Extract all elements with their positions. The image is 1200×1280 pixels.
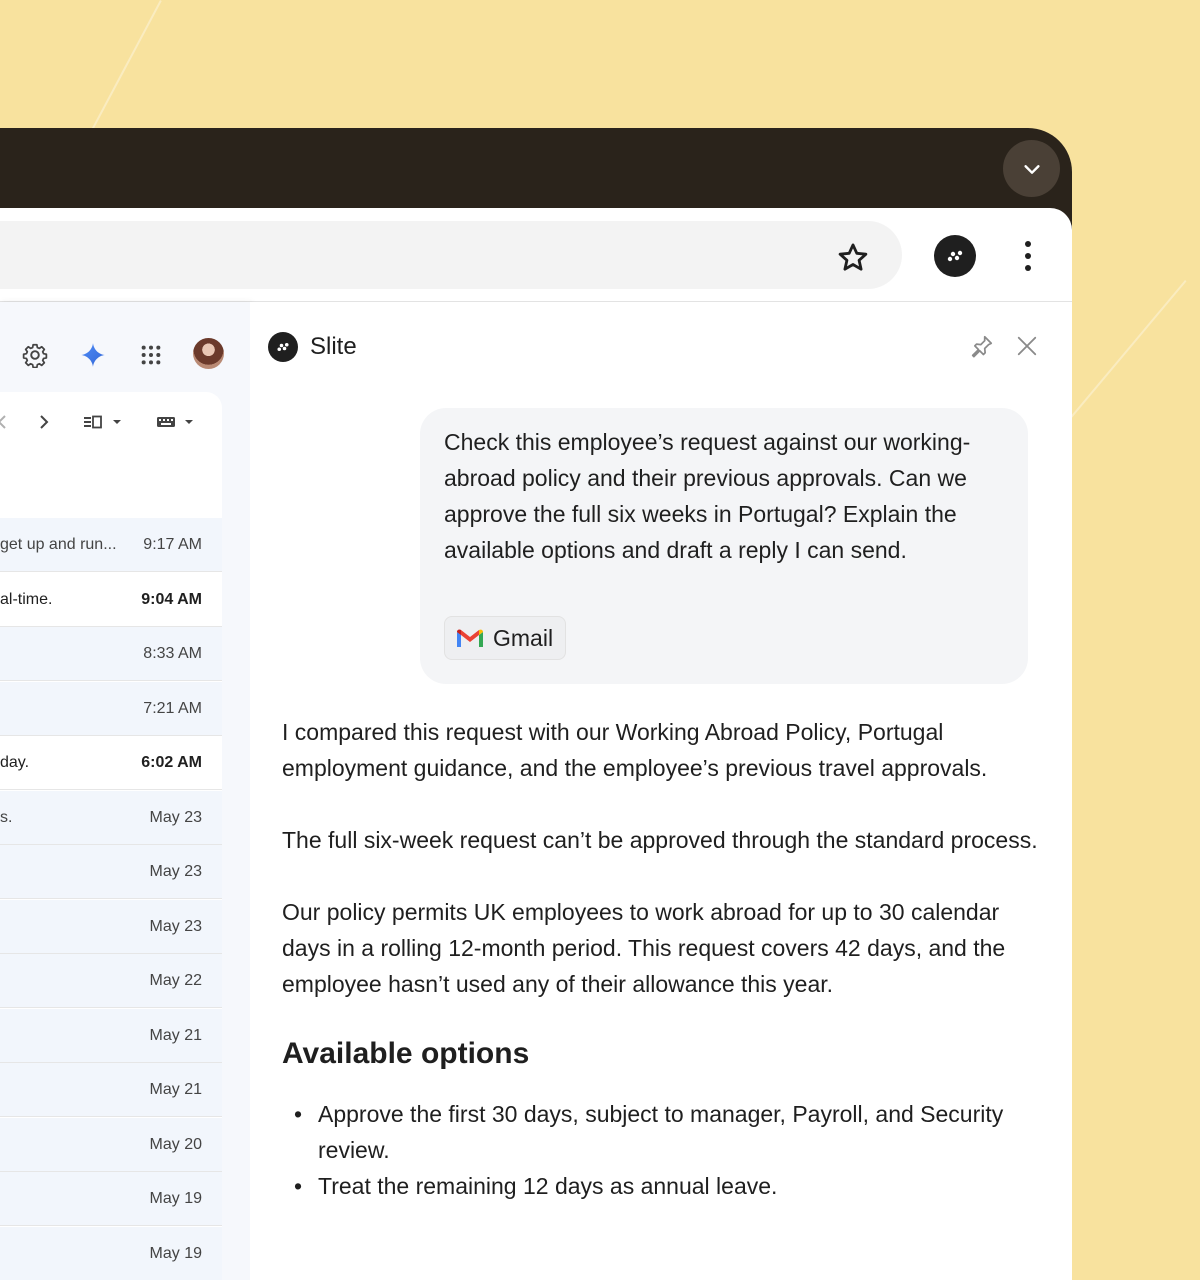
email-row[interactable]: May 23 [0, 845, 222, 899]
email-row[interactable]: 8:33 AM [0, 627, 222, 681]
assistant-response: I compared this request with our Working… [282, 714, 1042, 1204]
email-row[interactable]: May 23 [0, 900, 222, 954]
email-row[interactable]: May 19 [0, 1227, 222, 1280]
response-paragraph: I compared this request with our Working… [282, 719, 988, 781]
chevron-right-icon [40, 415, 49, 429]
slite-side-panel: Slite Check this employee’s request agai… [250, 302, 1072, 1280]
page-content: get up and run... 9:17 AM al-time. 9:04 AM… [0, 302, 1072, 1280]
email-time: May 19 [149, 1190, 202, 1207]
email-time: May 21 [149, 1027, 202, 1044]
pin-icon [971, 335, 993, 358]
email-row[interactable]: 7:21 AM [0, 682, 222, 736]
option-item: Treat the remaining 12 days as annual le… [282, 1168, 1042, 1204]
bookmark-button[interactable] [834, 239, 872, 277]
email-time: May 19 [149, 1245, 202, 1262]
close-button[interactable] [1013, 332, 1041, 360]
newer-button[interactable] [0, 412, 10, 432]
user-message-bubble: Check this employee’s request against ou… [420, 408, 1028, 684]
apps-button[interactable] [136, 340, 166, 370]
email-time: 8:33 AM [143, 645, 202, 662]
email-snippet: al-time. [0, 591, 53, 608]
tab-strip [0, 128, 1072, 208]
input-tools-toggle[interactable] [152, 410, 198, 434]
browser-toolbar [0, 208, 1072, 302]
email-row[interactable]: day. 6:02 AM [0, 736, 222, 790]
close-icon [1017, 336, 1037, 356]
email-row[interactable]: al-time. 9:04 AM [0, 573, 222, 627]
email-list-toolbar [0, 392, 222, 452]
email-row[interactable]: May 20 [0, 1118, 222, 1172]
chevron-left-icon [0, 415, 6, 429]
email-row[interactable]: s. May 23 [0, 791, 222, 845]
settings-button[interactable] [20, 340, 50, 370]
email-snippet: day. [0, 754, 30, 771]
star-icon [838, 243, 868, 271]
avatar[interactable] [193, 338, 224, 369]
email-time: May 21 [149, 1081, 202, 1098]
email-list: get up and run... 9:17 AM al-time. 9:04 AM… [0, 392, 222, 1280]
email-time: 9:04 AM [141, 591, 202, 608]
email-snippet: s. [0, 809, 13, 826]
keyboard-icon [157, 417, 193, 427]
slite-logo-icon [947, 250, 963, 262]
email-row[interactable]: May 19 [0, 1172, 222, 1226]
email-time: 9:17 AM [143, 536, 202, 553]
gemini-sparkle-icon [81, 343, 105, 367]
email-time: 6:02 AM [141, 754, 202, 771]
email-time: May 23 [149, 863, 202, 880]
email-row[interactable]: May 21 [0, 1063, 222, 1117]
response-paragraph: The full six-week request can’t be appro… [282, 827, 1038, 853]
gmail-header [0, 302, 250, 392]
apps-grid-icon [141, 345, 161, 365]
option-item: Approve the first 30 days, subject to ma… [282, 1096, 1042, 1168]
email-row[interactable]: May 22 [0, 954, 222, 1008]
email-row[interactable]: May 21 [0, 1009, 222, 1063]
slite-logo-icon [277, 342, 289, 352]
tab-search-button[interactable] [1003, 140, 1060, 197]
response-paragraph: Our policy permits UK employees to work … [282, 899, 1006, 997]
email-time: May 23 [149, 918, 202, 935]
browser-window: get up and run... 9:17 AM al-time. 9:04 AM… [0, 128, 1072, 1280]
older-button[interactable] [34, 412, 54, 432]
chevron-down-icon [1023, 164, 1040, 174]
section-heading: Available options [282, 1037, 530, 1070]
split-pane-toggle[interactable] [80, 410, 126, 434]
email-snippet: get up and run... [0, 536, 117, 553]
gmail-attachment-chip[interactable]: Gmail [444, 616, 567, 660]
slite-logo [268, 332, 298, 362]
panel-title: Slite [310, 333, 357, 360]
slite-extension-button[interactable] [934, 235, 976, 277]
gmail-pane: get up and run... 9:17 AM al-time. 9:04 AM… [0, 302, 250, 1280]
gemini-button[interactable] [78, 340, 108, 370]
email-time: May 23 [149, 809, 202, 826]
attachment-label: Gmail [493, 624, 554, 651]
browser-menu-button[interactable] [1010, 235, 1046, 277]
gmail-logo-icon [457, 629, 483, 647]
pin-button[interactable] [968, 332, 996, 360]
user-prompt-text: Check this employee’s request against ou… [444, 429, 971, 563]
email-time: 7:21 AM [143, 700, 202, 717]
address-bar[interactable] [0, 221, 902, 289]
email-row[interactable]: get up and run... 9:17 AM [0, 518, 222, 572]
email-time: May 20 [149, 1136, 202, 1153]
options-list: Approve the first 30 days, subject to ma… [282, 1096, 1042, 1204]
split-pane-icon [84, 415, 121, 429]
more-vertical-icon [1025, 241, 1031, 271]
gear-icon [22, 343, 48, 368]
email-time: May 22 [149, 972, 202, 989]
